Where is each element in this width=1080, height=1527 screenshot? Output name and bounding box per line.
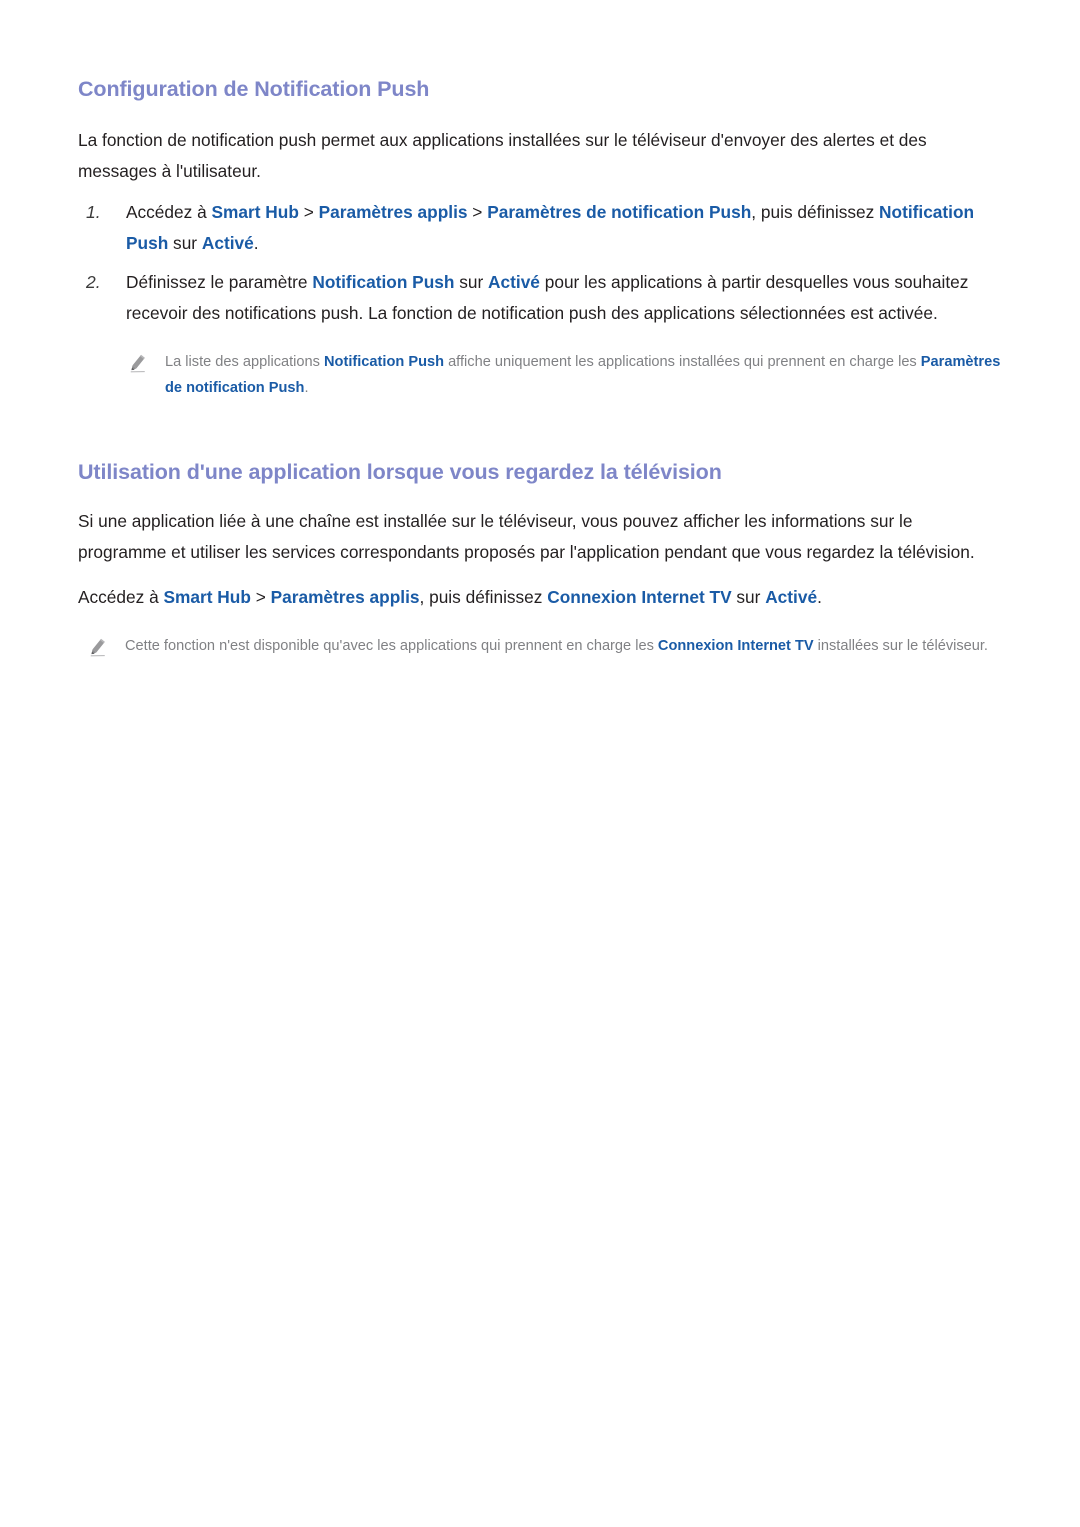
note-callout: Cette fonction n'est disponible qu'avec …: [85, 633, 1002, 659]
inline-term: Paramètres applis: [318, 201, 468, 222]
inline-text: installées sur le téléviseur.: [813, 637, 988, 654]
section-heading-notification-push: Configuration de Notification Push: [78, 77, 430, 101]
inline-term: Activé: [201, 232, 254, 253]
path-separator: >: [250, 586, 271, 607]
inline-text: Définissez le paramètre: [126, 271, 313, 292]
section-heading-application-tv: Utilisation d'une application lorsque vo…: [78, 459, 722, 484]
inline-term: Smart Hub: [211, 201, 299, 222]
step-number: 2.: [86, 271, 101, 292]
inline-text: .: [304, 379, 309, 396]
section-intro-paragraph: La fonction de notification push permet …: [78, 129, 927, 181]
note-callout: La liste des applications Notification P…: [125, 349, 1002, 401]
goto-path-line: Accédez à Smart Hub > Paramètres applis,…: [78, 582, 1002, 613]
inline-text: affiche uniquement les applications inst…: [444, 353, 921, 370]
inline-text: Cette fonction n'est disponible qu'avec …: [125, 637, 658, 654]
inline-term: Activé: [765, 586, 818, 607]
document-page: Configuration de Notification Push La fo…: [0, 0, 1080, 1527]
inline-term: Connexion Internet TV: [547, 586, 732, 607]
path-separator: >: [467, 201, 488, 222]
inline-text: .: [253, 232, 259, 253]
inline-text: , puis définissez: [751, 201, 880, 222]
inline-text: sur: [731, 586, 766, 607]
pencil-icon: [128, 352, 150, 374]
step-number: 1.: [86, 201, 101, 222]
step-text: Accédez à Smart Hub > Paramètres applis …: [126, 202, 974, 253]
step-item: 2. Définissez le paramètre Notification …: [78, 267, 1002, 329]
inline-term: Notification Push: [312, 271, 455, 292]
inline-term: Smart Hub: [163, 586, 251, 607]
inline-term: Activé: [488, 271, 540, 292]
inline-term: Paramètres de notification Push: [487, 201, 752, 222]
note-text: Cette fonction n'est disponible qu'avec …: [125, 638, 988, 654]
inline-text: sur: [168, 232, 202, 253]
inline-term: Paramètres applis: [270, 586, 420, 607]
inline-text: sur: [454, 271, 489, 292]
inline-text: .: [817, 586, 822, 607]
inline-text: , puis définissez: [419, 586, 548, 607]
pencil-icon: [88, 636, 110, 658]
step-text: Définissez le paramètre Notification Pus…: [126, 272, 968, 323]
steps-list-notification-push: 1. Accédez à Smart Hub > Paramètres appl…: [78, 197, 1002, 329]
inline-term: Connexion Internet TV: [657, 637, 814, 654]
path-separator: >: [298, 201, 319, 222]
step-item: 1. Accédez à Smart Hub > Paramètres appl…: [78, 197, 1002, 259]
inline-text: Accédez à: [126, 201, 212, 222]
inline-term: Notification Push: [324, 353, 445, 370]
section-intro-paragraph: Si une application liée à une chaîne est…: [78, 510, 975, 562]
inline-text: La liste des applications: [165, 353, 325, 370]
note-text: La liste des applications Notification P…: [165, 354, 1000, 396]
inline-text: Accédez à: [78, 586, 164, 607]
